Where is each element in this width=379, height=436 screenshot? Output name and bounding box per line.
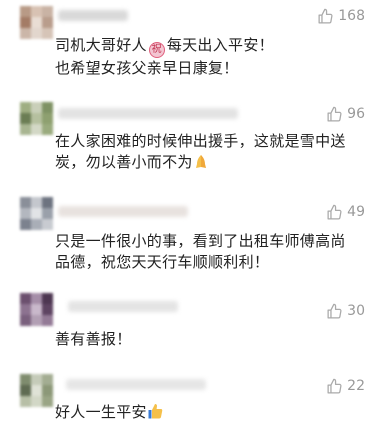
comment-item: 168 司机大哥好人祝每天出入平安！ 也希望女孩父亲早日康复！ (0, 0, 379, 80)
avatar[interactable] (20, 102, 53, 135)
comment-text: 司机大哥好人祝每天出入平安！ 也希望女孩父亲早日康复！ (55, 36, 274, 77)
like-count: 22 (347, 378, 365, 394)
comment-item: 22 好人一生平安 (0, 370, 379, 436)
thumbs-up-outline-icon (327, 106, 342, 122)
praying-hands-emoji (195, 155, 206, 168)
like-button[interactable]: 49 (326, 202, 365, 222)
comment-text: 只是一件很小的事，看到了出租车师傅高尚品德，祝您天天行车顺顺利利！ (55, 232, 346, 271)
comment-text: 好人一生平安 (55, 402, 355, 423)
comment-text: 善有善报！ (55, 330, 132, 348)
comment-item: 96 在人家困难的时候伸出援手，这就是雪中送炭，勿以善小而不为 (0, 98, 379, 188)
like-count: 168 (338, 8, 365, 24)
like-button[interactable]: 168 (317, 6, 365, 26)
username-redacted[interactable] (66, 379, 206, 390)
like-button[interactable]: 30 (326, 301, 365, 321)
avatar[interactable] (20, 293, 53, 326)
thumbs-up-outline-icon (327, 303, 342, 319)
thumbs-up-outline-icon (318, 8, 333, 24)
like-button[interactable]: 96 (326, 104, 365, 124)
avatar[interactable] (20, 374, 53, 407)
avatar[interactable] (20, 6, 53, 39)
like-count: 30 (347, 303, 365, 319)
username-redacted[interactable] (68, 301, 178, 312)
thumbs-up-outline-icon (327, 204, 342, 220)
thumbs-up-emoji (148, 404, 163, 419)
username-redacted[interactable] (58, 206, 188, 217)
comment-item: 30 善有善报！ (0, 293, 379, 353)
avatar[interactable] (20, 197, 53, 230)
comment-text: 在人家困难的时候伸出援手，这就是雪中送炭，勿以善小而不为 (55, 132, 346, 171)
blessing-emoji: 祝 (148, 42, 165, 58)
thumbs-up-outline-icon (327, 378, 342, 394)
like-count: 96 (347, 106, 365, 122)
like-count: 49 (347, 204, 365, 220)
comment-item: 49 只是一件很小的事，看到了出租车师傅高尚品德，祝您天天行车顺顺利利！ (0, 197, 379, 287)
username-redacted[interactable] (58, 108, 238, 119)
like-button[interactable]: 22 (326, 376, 365, 396)
username-redacted[interactable] (58, 10, 128, 21)
